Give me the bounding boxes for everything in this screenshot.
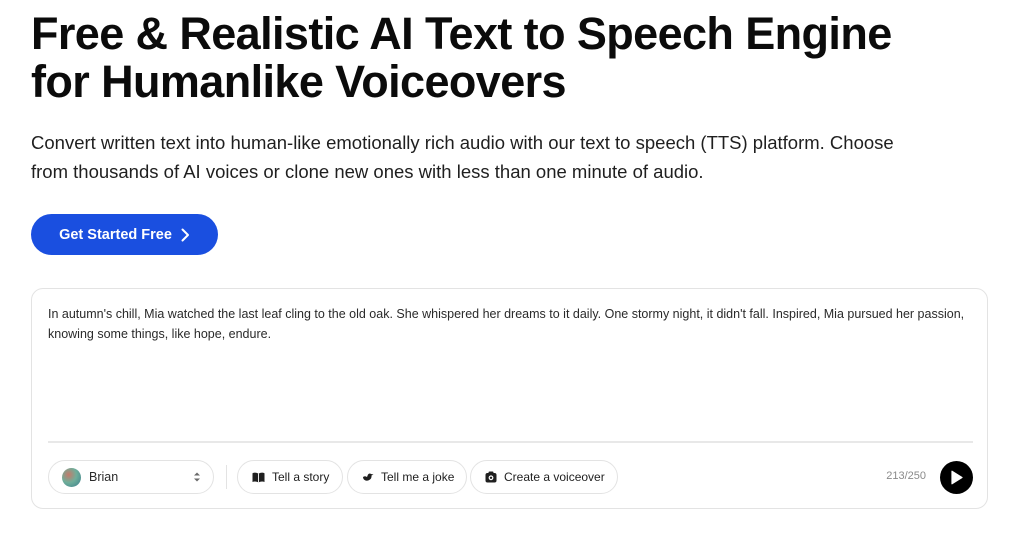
- voice-selector[interactable]: Brian: [48, 460, 214, 494]
- toolbar-separator: [226, 465, 227, 489]
- tell-me-a-joke-label: Tell me a joke: [381, 470, 455, 484]
- tts-editor-card: In autumn's chill, Mia watched the last …: [31, 288, 988, 509]
- tts-text-input[interactable]: In autumn's chill, Mia watched the last …: [48, 304, 973, 434]
- play-button[interactable]: [940, 461, 973, 494]
- book-icon: [252, 472, 265, 482]
- page-subtitle-line-1: Convert written text into human-like emo…: [31, 132, 894, 153]
- play-icon: [951, 470, 963, 485]
- tts-landing-page: Free & Realistic AI Text to Speech Engin…: [0, 0, 1024, 533]
- voice-name: Brian: [89, 470, 119, 484]
- voice-avatar: [62, 467, 81, 487]
- page-subtitle: Convert written text into human-like emo…: [31, 128, 1006, 186]
- page-title: Free & Realistic AI Text to Speech Engin…: [31, 10, 1011, 106]
- tell-a-story-button[interactable]: Tell a story: [237, 460, 343, 494]
- tell-a-story-label: Tell a story: [272, 470, 330, 484]
- chevron-right-icon: [181, 228, 189, 241]
- editor-toolbar: Brian Tell a story Tell me a joke Create…: [48, 460, 973, 496]
- tell-me-a-joke-button[interactable]: Tell me a joke: [347, 460, 467, 494]
- page-title-line-2: for Humanlike Voiceovers: [31, 56, 567, 107]
- character-count: 213/250: [886, 470, 926, 482]
- editor-divider: [48, 441, 973, 443]
- sort-arrows-icon: [194, 472, 200, 482]
- create-a-voiceover-label: Create a voiceover: [504, 470, 605, 484]
- get-started-button[interactable]: Get Started Free: [31, 214, 218, 255]
- create-a-voiceover-button[interactable]: Create a voiceover: [470, 460, 618, 494]
- duck-icon: [363, 473, 374, 481]
- page-title-line-1: Free & Realistic AI Text to Speech Engin…: [31, 8, 892, 59]
- page-subtitle-line-2: from thousands of AI voices or clone new…: [31, 161, 704, 182]
- get-started-label: Get Started Free: [59, 226, 172, 243]
- camera-icon: [485, 471, 497, 483]
